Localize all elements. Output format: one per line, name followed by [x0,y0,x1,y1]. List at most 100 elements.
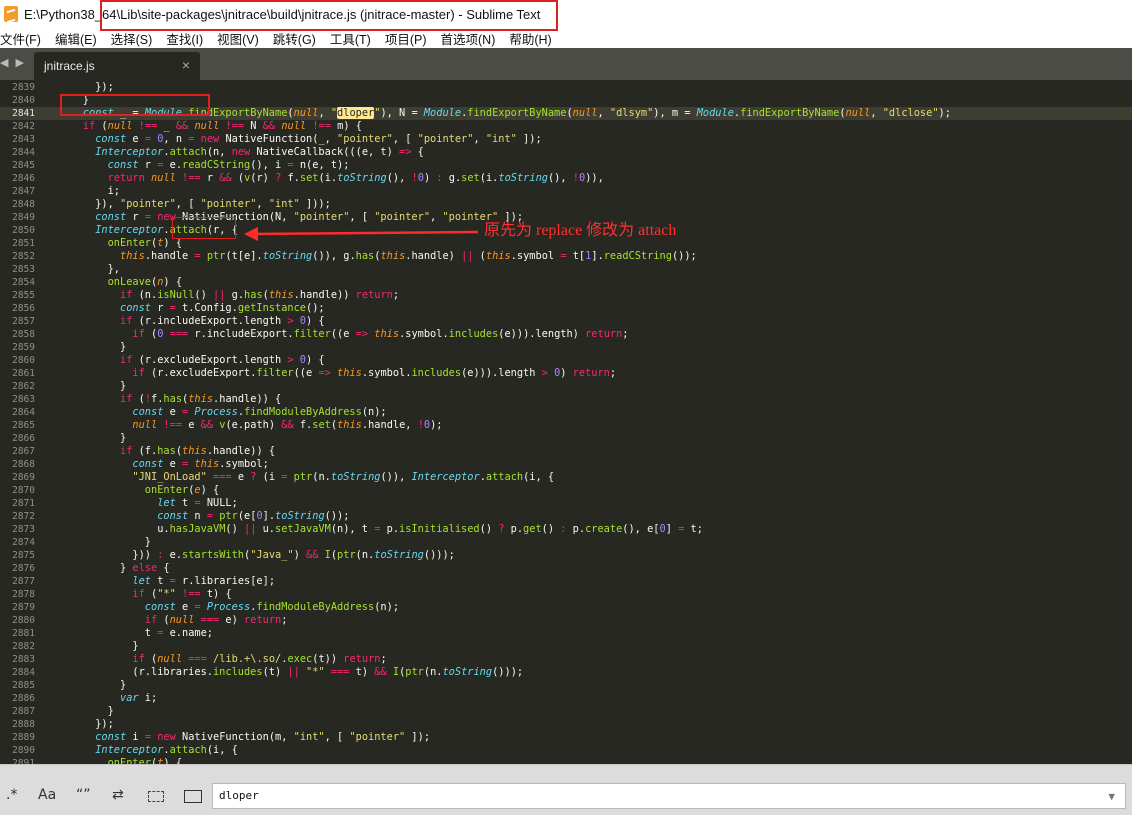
code-token: ptr [337,549,356,561]
code-line[interactable]: Interceptor.attach(n, new NativeCallback… [58,146,424,159]
code-line[interactable]: this.handle = ptr(t[e].toString()), g.ha… [58,250,697,263]
case-sensitive-toggle[interactable]: Aa [38,787,56,803]
code-token: isNull [157,289,195,301]
code-line[interactable]: } [58,640,138,653]
code-token: null [151,172,176,184]
code-line[interactable]: if (n.isNull() || g.has(this.handle)) re… [58,289,399,302]
menu-project[interactable]: 项目(P) [385,29,433,48]
code-token: } [58,432,127,444]
code-line[interactable]: if (!f.has(this.handle)) { [58,393,281,406]
code-token: !== [312,120,331,132]
code-line[interactable]: t = e.name; [58,627,213,640]
code-line[interactable]: } [58,341,126,354]
code-line[interactable]: if (null === e) return; [58,614,288,627]
code-line[interactable]: var i; [58,692,157,705]
code-line[interactable]: } [58,380,126,393]
code-token: i; [138,692,158,704]
code-line[interactable]: }); [58,718,114,731]
code-line[interactable]: const r = e.readCString(), i = n(e, t); [58,159,350,172]
code-line[interactable]: } else { [58,562,170,575]
menu-selection[interactable]: 选择(S) [111,29,159,48]
code-token: ( [157,614,170,626]
code-line[interactable]: if (f.has(this.handle)) { [58,445,275,458]
code-area[interactable]: }); } const _ = Module.findExportByName(… [58,80,1132,764]
code-token: { [157,562,170,574]
code-line[interactable]: const r = new NativeFunction(N, "pointer… [58,211,523,224]
code-line[interactable]: null !== e && v(e.path) && f.set(this.ha… [58,419,442,432]
code-line[interactable]: }); [58,81,114,94]
code-line[interactable]: onEnter(t) { [58,237,182,250]
code-token: ; [609,367,617,379]
code-line[interactable]: } [58,679,126,692]
code-line[interactable]: const e = Process.findModuleByAddress(n)… [58,601,399,614]
in-selection-toggle[interactable] [148,791,164,802]
tab-nav-arrows-icon[interactable]: ◀ ▶ [0,56,26,69]
code-line[interactable]: })) : e.startsWith("Java_") && I(ptr(n.t… [58,549,454,562]
code-token: r [138,159,158,171]
code-line[interactable]: onLeave(n) { [58,276,182,289]
code-token: .handle, [361,419,418,431]
code-line[interactable]: } [58,432,126,445]
code-token: getInstance [237,302,307,314]
code-token: if [120,289,133,301]
menu-goto[interactable]: 跳转(G) [273,29,322,48]
code-line[interactable]: return null !== r && (v(r) ? f.set(i.toS… [58,172,604,185]
code-line[interactable]: }), "pointer", [ "pointer", "int" ])); [58,198,331,211]
code-line[interactable]: if (r.excludeExport.length > 0) { [58,354,325,367]
menu-file[interactable]: 文件(F) [0,29,47,48]
code-line[interactable]: } [58,705,114,718]
code-token: const [95,211,127,223]
code-line[interactable]: "JNI_OnLoad" === e ? (i = ptr(n.toString… [58,471,554,484]
code-line[interactable]: const e = Process.findModuleByAddress(n)… [58,406,386,419]
code-line[interactable]: } [58,536,151,549]
highlight-matches-toggle[interactable] [184,790,202,803]
code-line[interactable]: const n = ptr(e[0].toString()); [58,510,349,523]
code-line[interactable]: if ("*" !== t) { [58,588,231,601]
menu-view[interactable]: 视图(V) [217,29,265,48]
code-token: toString [330,471,381,483]
code-line[interactable]: let t = r.libraries[e]; [58,575,275,588]
regex-toggle[interactable]: .* [6,787,17,803]
code-line[interactable]: if (r.includeExport.length > 0) { [58,315,325,328]
code-line[interactable]: i; [58,185,120,198]
code-line[interactable]: if (r.excludeExport.filter((e => this.sy… [58,367,616,380]
code-token: )), [585,172,604,184]
code-line[interactable]: onEnter(e) { [58,484,219,497]
code-token: ()), g. [312,250,356,262]
close-icon[interactable]: × [182,57,190,73]
chevron-down-icon[interactable]: ▼ [1108,790,1115,803]
code-token: e. [163,159,183,171]
menu-tools[interactable]: 工具(T) [330,29,377,48]
menu-help[interactable]: 帮助(H) [509,29,557,48]
menu-preferences[interactable]: 首选项(N) [441,29,502,48]
code-token: .handle) [405,250,462,262]
code-line[interactable]: if (0 === r.includeExport.filter((e => t… [58,328,628,341]
code-line[interactable]: const e = 0, n = new NativeFunction(_, "… [58,133,541,146]
code-line[interactable]: const e = this.symbol; [58,458,268,471]
code-editor[interactable]: 2839 2840 2841 2842 2843 2844 2845 2846 2847 2848… [0,80,1132,764]
code-line[interactable]: (r.libraries.includes(t) || "*" === t) &… [58,666,523,679]
code-line[interactable]: Interceptor.attach(i, { [58,744,238,757]
code-line[interactable]: u.hasJavaVM() || u.setJavaVM(n), t = p.i… [58,523,703,536]
code-token: Module [423,107,462,119]
code-line[interactable]: }, [58,263,120,276]
code-token: && [262,120,276,132]
code-token: ; [380,653,387,665]
menu-find[interactable]: 查找(I) [166,29,209,48]
code-line[interactable]: if (null !== _ && null !== N && null !==… [58,120,362,133]
tab-jnitrace-js[interactable]: jnitrace.js × [34,52,200,80]
code-token: attach [169,146,207,158]
code-token: () [194,289,214,301]
code-line[interactable]: onEnter(t) { [58,757,182,764]
find-input[interactable]: dloper ▼ [212,783,1126,809]
code-line[interactable]: let t = NULL; [58,497,238,510]
code-token: setJavaVM [275,523,331,535]
code-line[interactable]: if (null === /lib.+\.so/.exec(t)) return… [58,653,387,666]
code-token: "int" [268,198,300,210]
menu-edit[interactable]: 编辑(E) [55,29,103,48]
whole-word-toggle[interactable]: “” [76,787,91,803]
code-line[interactable]: const r = t.Config.getInstance(); [58,302,325,315]
code-token: ]. [591,250,604,262]
wrap-toggle[interactable]: ⇄ [112,787,124,803]
code-line[interactable]: const i = new NativeFunction(m, "int", [… [58,731,430,744]
